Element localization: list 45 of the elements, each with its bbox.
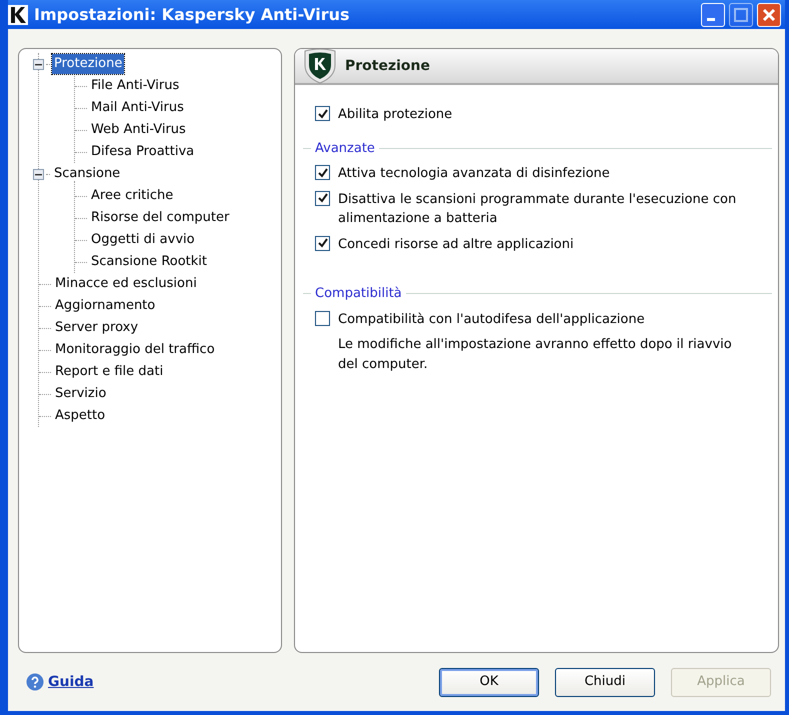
checkbox[interactable] xyxy=(315,106,330,121)
checkbox[interactable] xyxy=(315,236,330,250)
app-logo-icon xyxy=(8,4,28,24)
dialog-button[interactable]: OK xyxy=(439,668,539,696)
tree-item[interactable]: Report e file dati xyxy=(53,362,166,382)
tree-item[interactable]: Risorse del computer xyxy=(89,208,232,228)
dialog-button[interactable]: Chiudi xyxy=(555,668,655,696)
checkbox-label: Abilita protezione xyxy=(338,106,452,124)
minimize-icon xyxy=(707,18,715,20)
checkbox-label: Concedi risorse ad altre applicazioni xyxy=(338,236,574,254)
checkbox-label: Attiva tecnologia avanzata di disinfezione xyxy=(338,165,610,183)
tree-item[interactable]: Oggetti di avvio xyxy=(89,230,197,250)
group-title: Compatibilità xyxy=(315,285,402,303)
panel-title: Protezione xyxy=(345,56,430,76)
help-icon xyxy=(26,673,44,691)
tree-item[interactable]: Mail Anti-Virus xyxy=(89,98,186,118)
tree-item[interactable]: Protezione xyxy=(52,54,124,74)
checkbox[interactable] xyxy=(315,165,330,180)
tree-item[interactable]: File Anti-Virus xyxy=(89,76,182,96)
window-title: Impostazioni: Kaspersky Anti-Virus xyxy=(34,4,350,26)
group-title: Avanzate xyxy=(315,140,375,158)
tree-item[interactable]: Aree critiche xyxy=(89,186,176,206)
collapse-icon[interactable] xyxy=(33,58,44,70)
tree-item[interactable]: Server proxy xyxy=(53,318,140,338)
checkbox-label: Disattiva le scansioni programmate durante l'esecuzione con alimentazione a batteria xyxy=(338,190,738,228)
tree-item[interactable]: Scansione xyxy=(52,164,122,184)
tree-item[interactable]: Servizio xyxy=(53,384,108,404)
tree-item[interactable]: Scansione Rootkit xyxy=(89,252,210,272)
close-button[interactable] xyxy=(757,2,781,26)
tree-item[interactable]: Difesa Proattiva xyxy=(89,142,196,162)
tree-item[interactable]: Web Anti-Virus xyxy=(89,120,188,140)
checkbox[interactable] xyxy=(315,310,330,326)
tree-item[interactable]: Monitoraggio del traffico xyxy=(53,340,217,360)
minimize-button[interactable] xyxy=(701,2,725,26)
checkbox[interactable] xyxy=(315,190,330,206)
close-icon xyxy=(762,8,776,22)
tree-item[interactable]: Minacce ed esclusioni xyxy=(53,274,199,294)
tree-item[interactable]: Aggiornamento xyxy=(53,296,158,316)
collapse-icon[interactable] xyxy=(33,168,44,180)
maximize-icon xyxy=(734,8,748,22)
maximize-button[interactable] xyxy=(729,2,753,26)
help-link[interactable]: Guida xyxy=(48,672,94,692)
note-text: Le modifiche all'impostazione avranno effetto dopo il riavvio del computer. xyxy=(338,336,733,374)
tree-item[interactable]: Aspetto xyxy=(53,406,108,426)
checkbox-label: Compatibilità con l'autodifesa dell'applicazione xyxy=(338,310,645,328)
